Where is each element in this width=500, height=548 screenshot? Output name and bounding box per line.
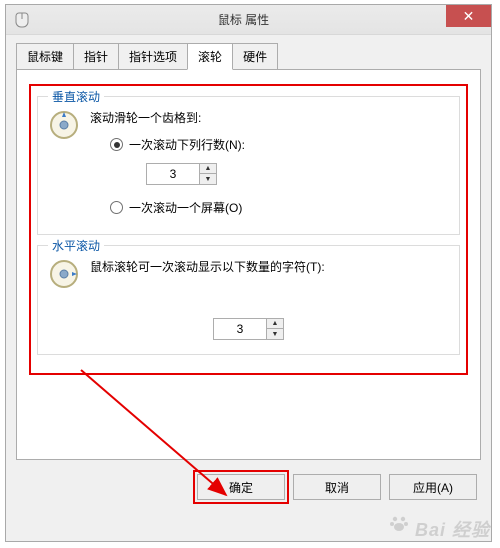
radio-scroll-lines[interactable]	[110, 138, 123, 151]
apply-button[interactable]: 应用(A)	[389, 474, 477, 500]
lines-spinner-down[interactable]: ▼	[200, 174, 216, 184]
tab-wheel[interactable]: 滚轮	[187, 43, 233, 70]
chars-spinner-up[interactable]: ▲	[267, 319, 283, 329]
lines-spinner[interactable]: ▲ ▼	[146, 163, 217, 185]
chevron-down-icon: ▼	[205, 176, 212, 183]
radio-scroll-lines-label: 一次滚动下列行数(N):	[129, 136, 245, 153]
chars-spinner-down[interactable]: ▼	[267, 329, 283, 339]
horizontal-prompt: 鼠标滚轮可一次滚动显示以下数量的字符(T):	[90, 258, 449, 275]
tab-pointers[interactable]: 指针	[73, 43, 119, 69]
radio-scroll-screen-label: 一次滚动一个屏幕(O)	[129, 199, 242, 216]
annotation-area: 垂直滚动 滚动滑轮一个齿格到:	[29, 84, 468, 375]
group-title-vertical: 垂直滚动	[48, 88, 104, 105]
vertical-wheel-icon	[48, 109, 80, 141]
chevron-down-icon: ▼	[272, 331, 279, 338]
horizontal-wheel-icon	[48, 258, 80, 290]
chars-spinner-input[interactable]	[214, 319, 266, 339]
group-horizontal-scroll: 水平滚动 鼠标滚轮可一次滚动显示以下数量的字符(T):	[37, 245, 460, 355]
chevron-up-icon: ▲	[205, 165, 212, 172]
close-icon: ✕	[463, 8, 475, 25]
lines-spinner-up[interactable]: ▲	[200, 164, 216, 174]
title-bar: 鼠标 属性 ✕	[6, 5, 491, 35]
group-vertical-scroll: 垂直滚动 滚动滑轮一个齿格到:	[37, 96, 460, 235]
ok-button[interactable]: 确定	[197, 474, 285, 500]
tab-panel-wheel: 垂直滚动 滚动滑轮一个齿格到:	[16, 70, 481, 460]
vertical-prompt: 滚动滑轮一个齿格到:	[90, 109, 449, 126]
radio-scroll-screen[interactable]	[110, 201, 123, 214]
tab-pointer-options[interactable]: 指针选项	[118, 43, 188, 69]
tab-buttons[interactable]: 鼠标键	[16, 43, 74, 69]
chars-spinner[interactable]: ▲ ▼	[213, 318, 284, 340]
group-title-horizontal: 水平滚动	[48, 237, 104, 254]
window-title: 鼠标 属性	[0, 11, 491, 28]
lines-spinner-input[interactable]	[147, 164, 199, 184]
tab-strip: 鼠标键 指针 指针选项 滚轮 硬件	[16, 43, 481, 70]
tab-hardware[interactable]: 硬件	[232, 43, 278, 69]
chevron-up-icon: ▲	[272, 320, 279, 327]
dialog-button-bar: 确定 取消 应用(A)	[6, 460, 491, 512]
close-button[interactable]: ✕	[446, 5, 491, 27]
cancel-button[interactable]: 取消	[293, 474, 381, 500]
